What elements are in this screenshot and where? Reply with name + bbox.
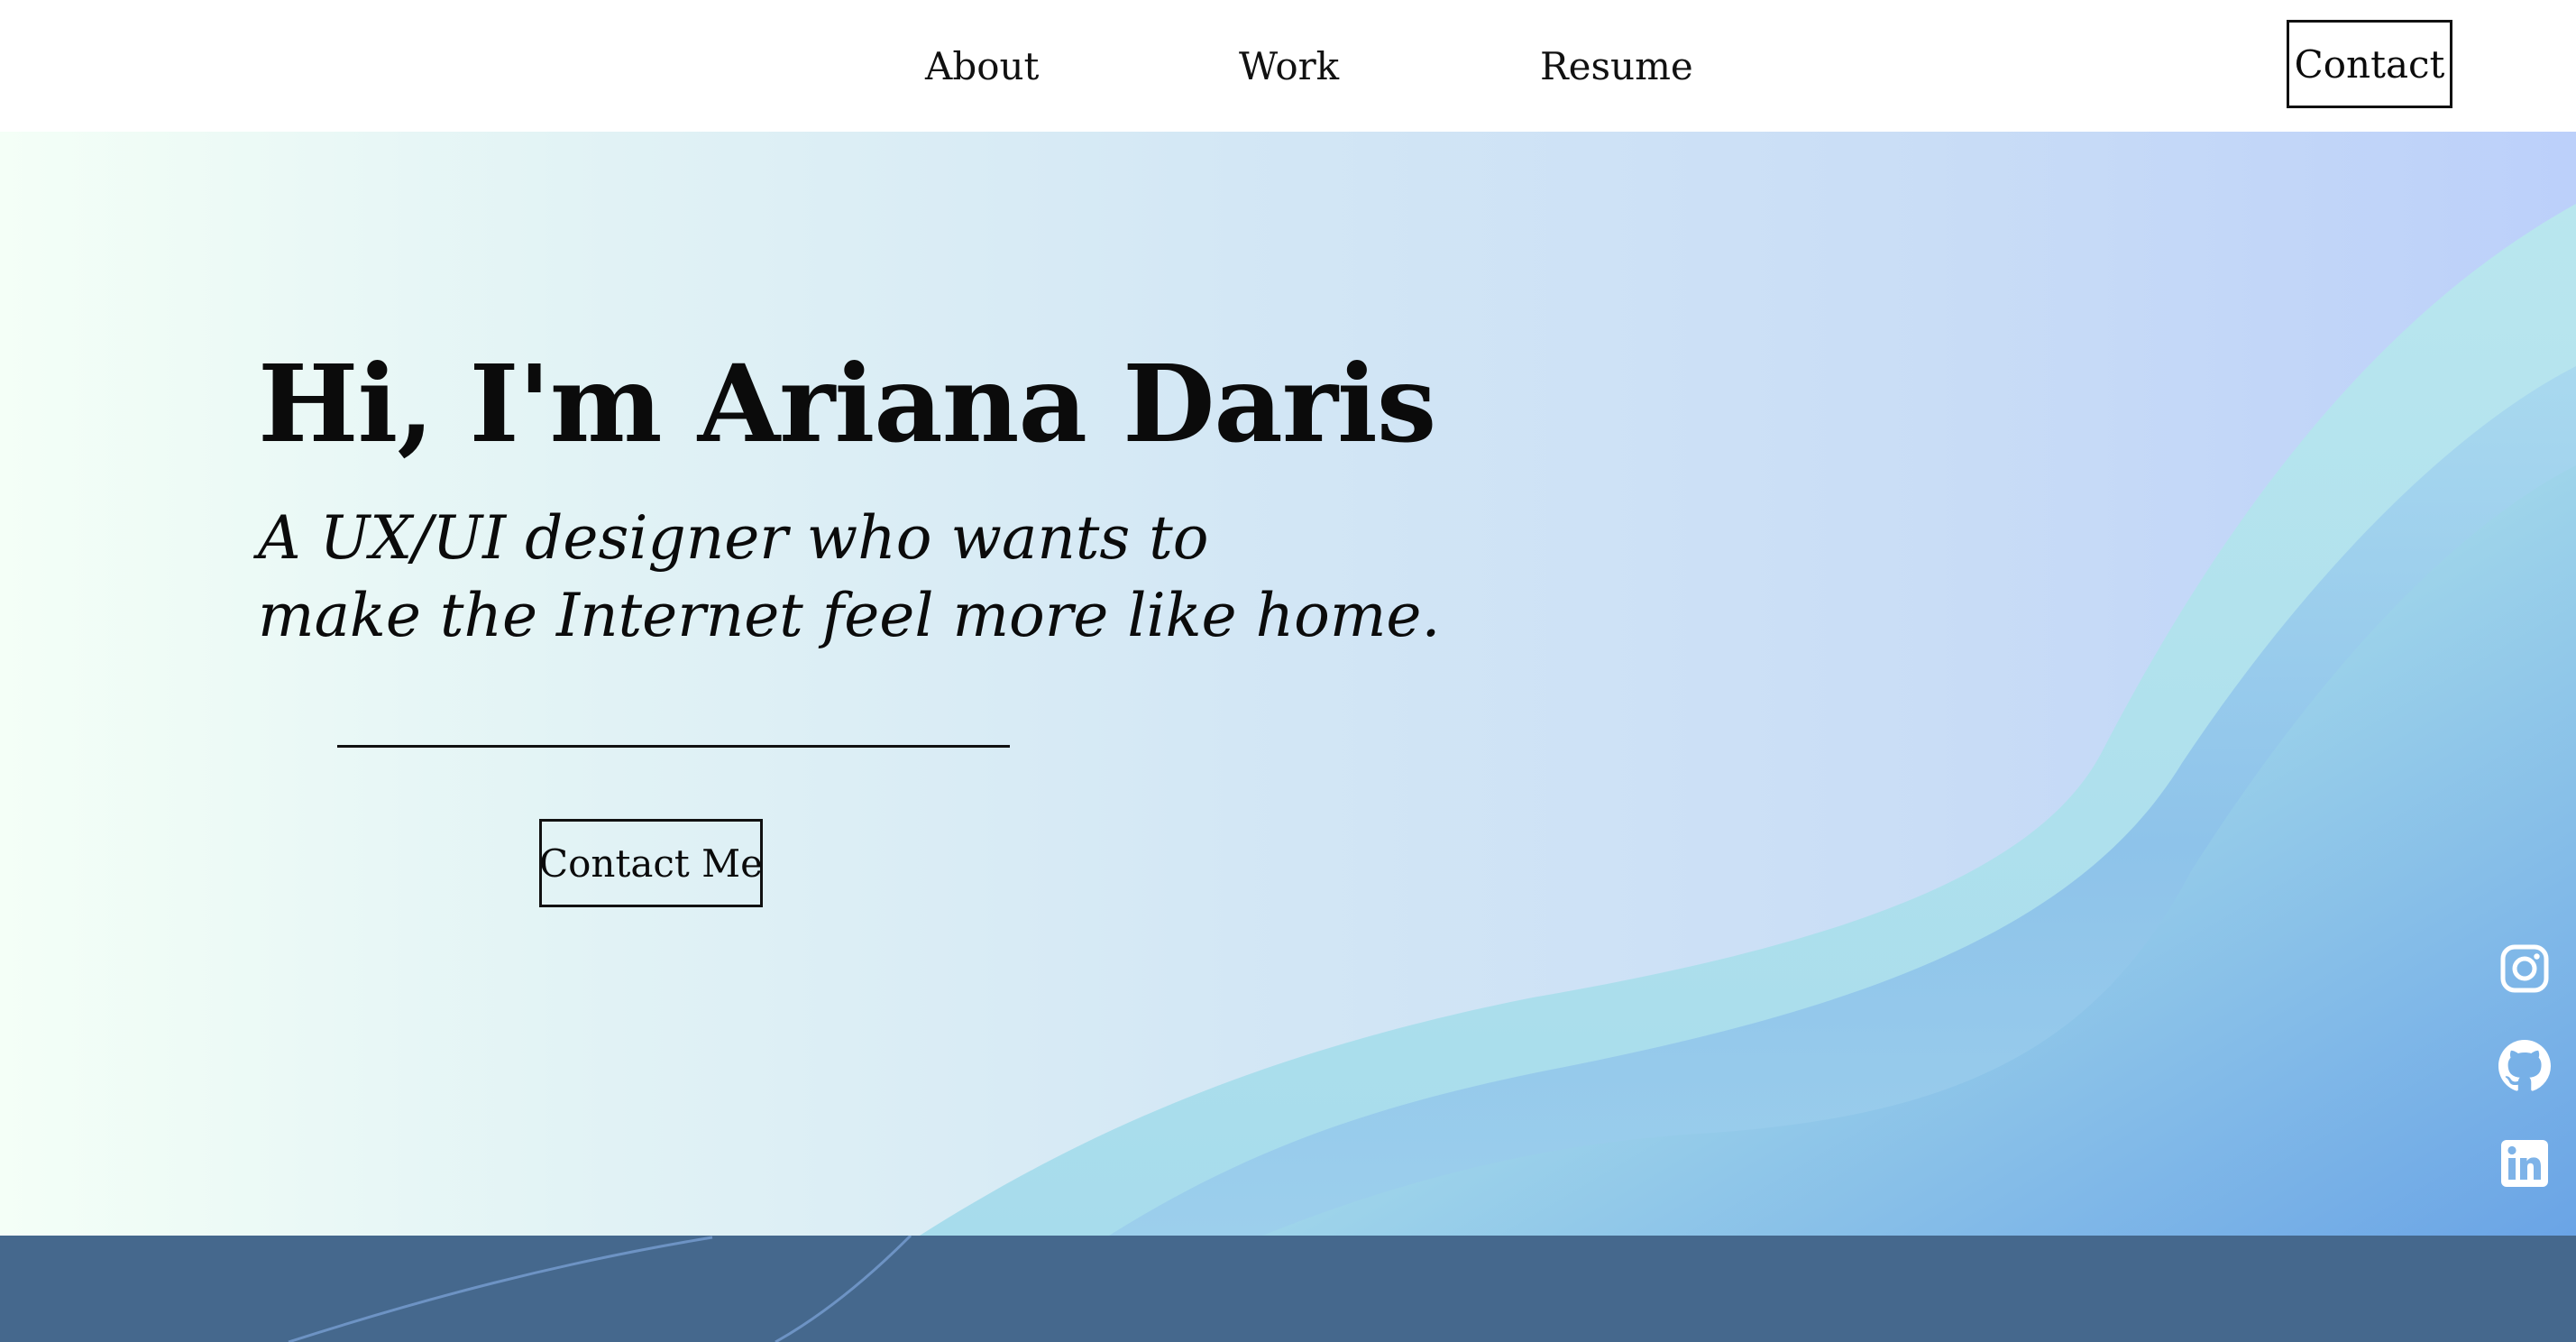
linkedin-icon[interactable] xyxy=(2498,1136,2552,1190)
nav-contact-button[interactable]: Contact xyxy=(2287,20,2452,108)
nav-resume-link[interactable]: Resume xyxy=(1540,40,1693,94)
footer-band-lines xyxy=(288,1236,912,1342)
contact-me-button[interactable]: Contact Me xyxy=(539,819,763,907)
hero-subtitle: A UX/UI designer who wants to make the I… xyxy=(258,500,1440,655)
hero-title: Hi, I'm Ariana Daris xyxy=(258,341,1436,466)
hero-subtitle-line: make the Internet feel more like home. xyxy=(258,581,1441,650)
nav-work-link[interactable]: Work xyxy=(1239,40,1339,94)
hero-wave-background xyxy=(920,204,2576,1236)
hero-divider xyxy=(337,745,1010,748)
instagram-icon[interactable] xyxy=(2498,942,2552,996)
top-nav: About Work Resume Contact xyxy=(0,0,2576,132)
hero-section: Hi, I'm Ariana Daris A UX/UI designer wh… xyxy=(0,132,2576,1236)
hero-subtitle-line: A UX/UI designer who wants to xyxy=(258,503,1209,573)
nav-about-link[interactable]: About xyxy=(925,40,1039,94)
footer-band xyxy=(0,1236,2576,1342)
github-icon[interactable] xyxy=(2498,1039,2552,1093)
